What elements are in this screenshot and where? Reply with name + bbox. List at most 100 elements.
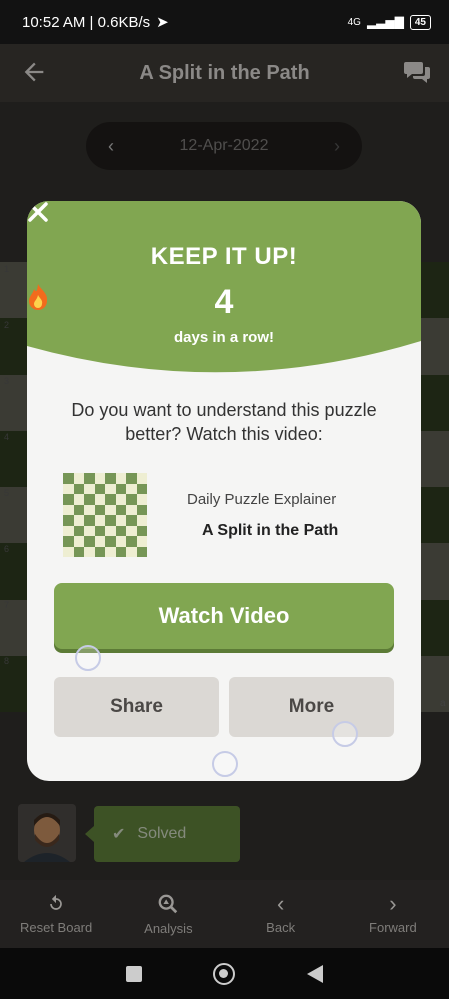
thumbnail-square [63, 515, 74, 526]
chat-icon[interactable] [403, 59, 431, 85]
thumbnail-square [126, 494, 137, 505]
thumbnail-square [73, 525, 84, 536]
thumbnail-square [94, 504, 105, 515]
app-bar: A Split in the Path [0, 44, 449, 102]
thumbnail-square [73, 546, 84, 557]
battery-indicator: 45 [409, 14, 431, 30]
thumbnail-square [136, 504, 147, 515]
thumbnail-square [94, 546, 105, 557]
thumbnail-square [73, 483, 84, 494]
telegram-icon: ➤ [156, 14, 169, 31]
back-triangle-icon[interactable] [307, 964, 324, 983]
thumbnail-square [136, 473, 147, 484]
back-button[interactable]: ‹ Back [225, 880, 337, 948]
forward-label: Forward [369, 919, 417, 935]
thumbnail-square [84, 536, 95, 547]
chevron-right-icon: › [389, 890, 397, 916]
network-label: 4G [347, 16, 361, 28]
modal-heading: KEEP IT UP! [150, 243, 298, 270]
thumbnail-square [73, 536, 84, 547]
thumbnail-square [73, 473, 84, 484]
video-prompt: Do you want to understand this puzzle be… [71, 400, 377, 444]
reset-icon [50, 894, 62, 910]
thumbnail-square [73, 515, 84, 526]
streak-counter: 4 [27, 283, 421, 322]
reset-label: Reset Board [19, 919, 93, 935]
streak-modal: KEEP IT UP! 4 days in a row! Do you want… [27, 201, 421, 781]
streak-count: 4 [214, 283, 234, 321]
thumbnail-square [126, 525, 137, 536]
reset-board-button[interactable]: Reset Board [0, 880, 112, 948]
thumbnail-square [115, 525, 126, 536]
thumbnail-square [94, 515, 105, 526]
thumbnail-square [84, 483, 95, 494]
thumbnail-square [94, 473, 105, 484]
thumbnail-square [126, 483, 137, 494]
thumbnail-square [73, 494, 84, 505]
back-label: Back [266, 919, 296, 935]
fire-icon [29, 284, 48, 310]
close-icon[interactable] [27, 201, 49, 223]
forward-button[interactable]: › Forward [337, 880, 449, 948]
thumbnail-square [94, 483, 105, 494]
thumbnail-square [84, 515, 95, 526]
thumbnail-square [136, 536, 147, 547]
thumbnail-square [63, 494, 74, 505]
video-subtitle: Daily Puzzle Explainer [187, 491, 337, 508]
watch-video-button[interactable]: Watch Video [54, 583, 394, 649]
thumbnail-square [136, 483, 147, 494]
streak-caption: days in a row! [173, 329, 275, 346]
share-button[interactable]: Share [54, 677, 219, 737]
system-nav-bar [0, 948, 449, 999]
analysis-icon [158, 894, 178, 913]
thumbnail-square [63, 483, 74, 494]
thumbnail-square [63, 546, 74, 557]
home-icon[interactable] [213, 962, 236, 985]
video-title: A Split in the Path [202, 522, 339, 539]
thumbnail-square [84, 494, 95, 505]
arrow-left-icon[interactable] [20, 58, 48, 86]
touch-indicator [212, 751, 238, 777]
signal-icon: ▂▃▅▇ [366, 15, 404, 29]
thumbnail-square [126, 536, 137, 547]
thumbnail-square [94, 494, 105, 505]
bottom-toolbar: Reset Board Analysis ‹ Back › Forward [0, 880, 449, 948]
thumbnail-square [126, 504, 137, 515]
thumbnail-square [84, 546, 95, 557]
page-title: A Split in the Path [139, 61, 310, 84]
thumbnail-square [105, 494, 116, 505]
thumbnail-square [136, 494, 147, 505]
thumbnail-square [105, 546, 116, 557]
touch-indicator [75, 645, 101, 671]
thumbnail-square [115, 546, 126, 557]
thumbnail-square [84, 504, 95, 515]
analysis-button[interactable]: Analysis [112, 880, 224, 948]
thumbnail-square [126, 473, 137, 484]
recent-icon[interactable] [125, 965, 142, 982]
thumbnail-square [126, 515, 137, 526]
thumbnail-square [105, 515, 116, 526]
analysis-label: Analysis [144, 920, 193, 936]
thumbnail-square [63, 473, 74, 484]
thumbnail-square [63, 504, 74, 515]
thumbnail-square [136, 546, 147, 557]
status-bar: 10:52 AM | 0.6KB/s ➤ 4G ▂▃▅▇ 45 [0, 0, 449, 44]
thumbnail-square [105, 483, 116, 494]
thumbnail-square [63, 525, 74, 536]
thumbnail-square [105, 473, 116, 484]
status-time: 10:52 AM | 0.6KB/s [22, 13, 151, 31]
thumbnail-square [136, 515, 147, 526]
thumbnail-square [115, 473, 126, 484]
thumbnail-square [115, 515, 126, 526]
thumbnail-square [126, 546, 137, 557]
thumbnail-square [73, 504, 84, 515]
thumbnail-square [84, 525, 95, 536]
thumbnail-square [115, 483, 126, 494]
modal-header: KEEP IT UP! 4 days in a row! [27, 201, 421, 376]
thumbnail-square [84, 473, 95, 484]
thumbnail-square [115, 504, 126, 515]
more-button[interactable]: More [229, 677, 394, 737]
video-thumbnail[interactable] [63, 473, 147, 557]
thumbnail-square [94, 536, 105, 547]
thumbnail-square [136, 525, 147, 536]
